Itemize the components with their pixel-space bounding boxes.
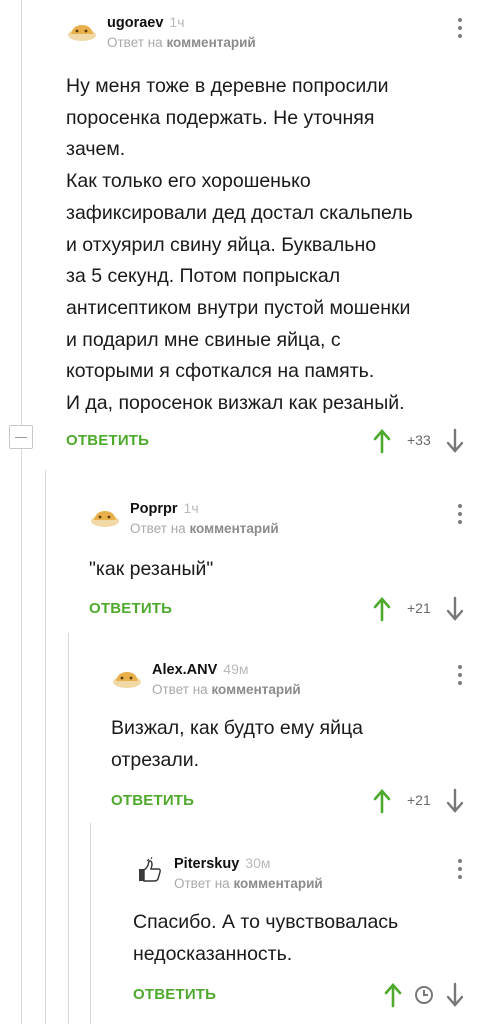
collapse-thread-button[interactable] [9, 425, 33, 449]
username-text: ugoraev [107, 15, 164, 31]
reply-to: Ответ на комментарий [152, 682, 301, 697]
avatar[interactable] [111, 663, 143, 689]
rating: +21 [407, 599, 431, 616]
more-vertical-icon[interactable] [458, 665, 463, 689]
reply-to-prefix: Ответ на [152, 682, 208, 697]
comment-time: 1ч [169, 14, 185, 30]
comment-time: 1ч [183, 500, 199, 516]
comment-actions: ОТВЕТИТЬ +33 [66, 426, 485, 462]
username[interactable]: Poprpr 1ч [130, 500, 199, 517]
reply-button[interactable]: ОТВЕТИТЬ [133, 986, 216, 1003]
avatar[interactable] [89, 502, 121, 528]
reply-to: Ответ на комментарий [174, 876, 323, 891]
more-vertical-icon[interactable] [458, 504, 463, 528]
arrow-up-icon[interactable] [383, 982, 403, 1008]
more-vertical-icon[interactable] [458, 18, 463, 42]
comment-alex-anv: Alex.ANV 49м Ответ на комментарий Визжал,… [111, 657, 485, 822]
username[interactable]: ugoraev 1ч [107, 14, 185, 31]
username[interactable]: Alex.ANV 49м [152, 661, 248, 678]
thread-line-level-3 [68, 633, 69, 1024]
comment-poprpr: Poprpr 1ч Ответ на комментарий "как резан… [89, 496, 485, 630]
avatar[interactable] [133, 857, 165, 883]
thread-line-level-2 [45, 470, 46, 1024]
reply-button[interactable]: ОТВЕТИТЬ [89, 600, 172, 617]
thread-line-level-4 [90, 823, 91, 1024]
reply-to: Ответ на комментарий [130, 521, 279, 536]
rating: +21 [407, 792, 431, 809]
comment-text: Спасибо. А то чувствовалась недосказанно… [133, 911, 399, 965]
arrow-up-icon[interactable] [372, 596, 392, 622]
comment-piterskuy: Piterskuy 30м Ответ на комментарий Спасиб… [133, 851, 485, 1016]
reply-to-link[interactable]: комментарий [211, 682, 300, 697]
comment-actions: ОТВЕТИТЬ +21 [111, 786, 485, 822]
comment-text: "как резаный" [89, 558, 214, 580]
reply-to-link[interactable]: комментарий [233, 876, 322, 891]
username-text: Poprpr [130, 501, 178, 517]
arrow-up-icon[interactable] [372, 788, 392, 814]
username-text: Alex.ANV [152, 662, 218, 678]
comment-text: Ну меня тоже в деревне попросили поросен… [66, 75, 413, 415]
comment-time: 30м [245, 855, 271, 871]
username[interactable]: Piterskuy 30м [174, 855, 271, 872]
comment-header: Poprpr 1ч Ответ на комментарий [89, 496, 485, 540]
comment-header: Piterskuy 30м Ответ на комментарий [133, 851, 485, 895]
thread-line-level-1 [21, 0, 22, 1024]
arrow-down-icon[interactable] [445, 596, 465, 622]
comment-actions: ОТВЕТИТЬ [133, 980, 485, 1016]
comment-actions: ОТВЕТИТЬ +21 [89, 594, 485, 630]
reply-to-link[interactable]: комментарий [166, 35, 255, 50]
rating: +33 [407, 431, 431, 448]
comment-header: ugoraev 1ч Ответ на комментарий [66, 10, 485, 54]
username-text: Piterskuy [174, 856, 240, 872]
reply-to-link[interactable]: комментарий [189, 521, 278, 536]
comment-ugoraev: ugoraev 1ч Ответ на комментарий Ну меня т… [66, 10, 485, 462]
arrow-down-icon[interactable] [445, 788, 465, 814]
reply-button[interactable]: ОТВЕТИТЬ [66, 432, 149, 449]
reply-to-prefix: Ответ на [107, 35, 163, 50]
comment-time: 49м [223, 661, 249, 677]
comment-text: Визжал, как будто ему яйца отрезали. [111, 717, 363, 771]
comment-header: Alex.ANV 49м Ответ на комментарий [111, 657, 485, 701]
arrow-up-icon[interactable] [372, 428, 392, 454]
arrow-down-icon[interactable] [445, 428, 465, 454]
reply-button[interactable]: ОТВЕТИТЬ [111, 792, 194, 809]
arrow-down-icon[interactable] [445, 982, 465, 1008]
clock-icon [415, 986, 433, 1005]
reply-to-prefix: Ответ на [130, 521, 186, 536]
reply-to-prefix: Ответ на [174, 876, 230, 891]
more-vertical-icon[interactable] [458, 859, 463, 883]
reply-to: Ответ на комментарий [107, 35, 256, 50]
avatar[interactable] [66, 16, 98, 42]
